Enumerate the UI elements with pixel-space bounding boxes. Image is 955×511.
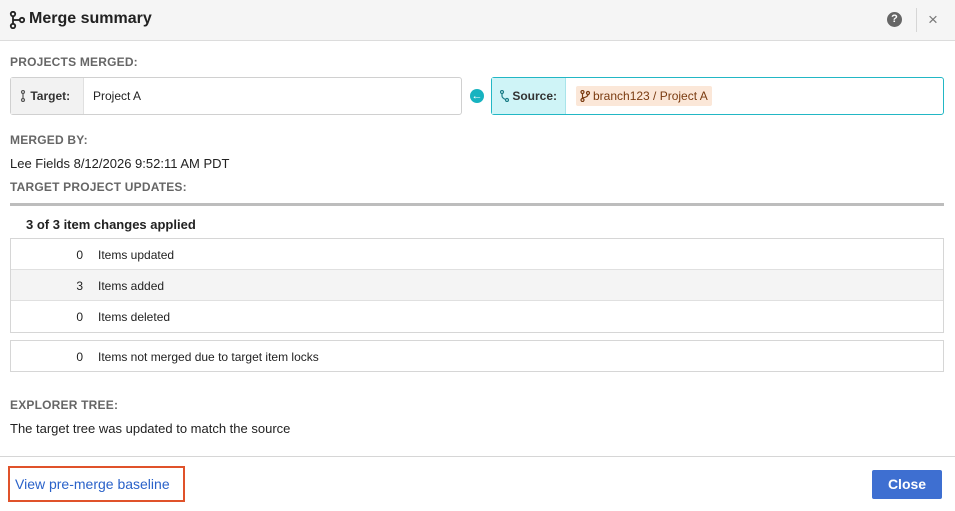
locks-label: Items not merged due to target item lock…: [98, 350, 319, 364]
change-count: 0: [76, 310, 83, 324]
change-label: Items added: [98, 279, 165, 293]
help-icon[interactable]: ?: [887, 12, 902, 27]
titlebar-divider: [916, 8, 917, 32]
change-label: Items deleted: [98, 310, 171, 324]
table-row: 3 Items added: [11, 270, 943, 301]
source-label: Source:: [492, 78, 566, 114]
arrow-left-icon: ←: [470, 89, 484, 103]
locks-count: 0: [76, 350, 83, 364]
target-project-value: Project A: [93, 89, 142, 103]
change-count: 0: [76, 248, 83, 262]
updates-summary: 3 of 3 item changes applied: [26, 217, 196, 232]
source-branch-icon: [500, 90, 509, 102]
source-label-text: Source:: [512, 89, 558, 103]
source-project-chip[interactable]: branch123 / Project A: [576, 86, 712, 106]
source-project-value: branch123 / Project A: [593, 89, 708, 103]
change-count: 3: [76, 279, 83, 293]
merged-by-heading: MERGED BY:: [10, 133, 88, 147]
target-label: Target:: [11, 78, 84, 114]
table-row: 0 Items deleted: [11, 301, 943, 332]
target-project-field: Target: Project A: [10, 77, 462, 115]
merge-icon: [9, 11, 25, 29]
dialog-titlebar: Merge summary ? ×: [0, 0, 955, 41]
locks-table: 0 Items not merged due to target item lo…: [10, 340, 944, 372]
table-row: 0 Items updated: [11, 239, 943, 270]
dialog-title: Merge summary: [29, 10, 152, 27]
updates-summary-panel: 3 of 3 item changes applied: [10, 203, 944, 239]
close-icon[interactable]: ×: [928, 10, 938, 30]
target-label-text: Target:: [30, 89, 71, 103]
changes-table: 0 Items updated 3 Items added 0 Items de…: [10, 238, 944, 333]
close-button[interactable]: Close: [872, 470, 942, 499]
dialog-footer: View pre-merge baseline Close: [0, 456, 955, 511]
change-label: Items updated: [98, 248, 175, 262]
merged-by-value: Lee Fields 8/12/2026 9:52:11 AM PDT: [10, 156, 230, 171]
view-pre-merge-baseline-link[interactable]: View pre-merge baseline: [8, 466, 185, 502]
target-updates-heading: TARGET PROJECT UPDATES:: [10, 180, 187, 194]
explorer-tree-value: The target tree was updated to match the…: [10, 421, 291, 436]
projects-merged-heading: PROJECTS MERGED:: [10, 55, 138, 69]
target-project-icon: [20, 90, 26, 102]
explorer-tree-heading: EXPLORER TREE:: [10, 398, 119, 412]
branch-icon: [580, 90, 590, 102]
source-project-field: Source: branch123 / Project A: [491, 77, 944, 115]
